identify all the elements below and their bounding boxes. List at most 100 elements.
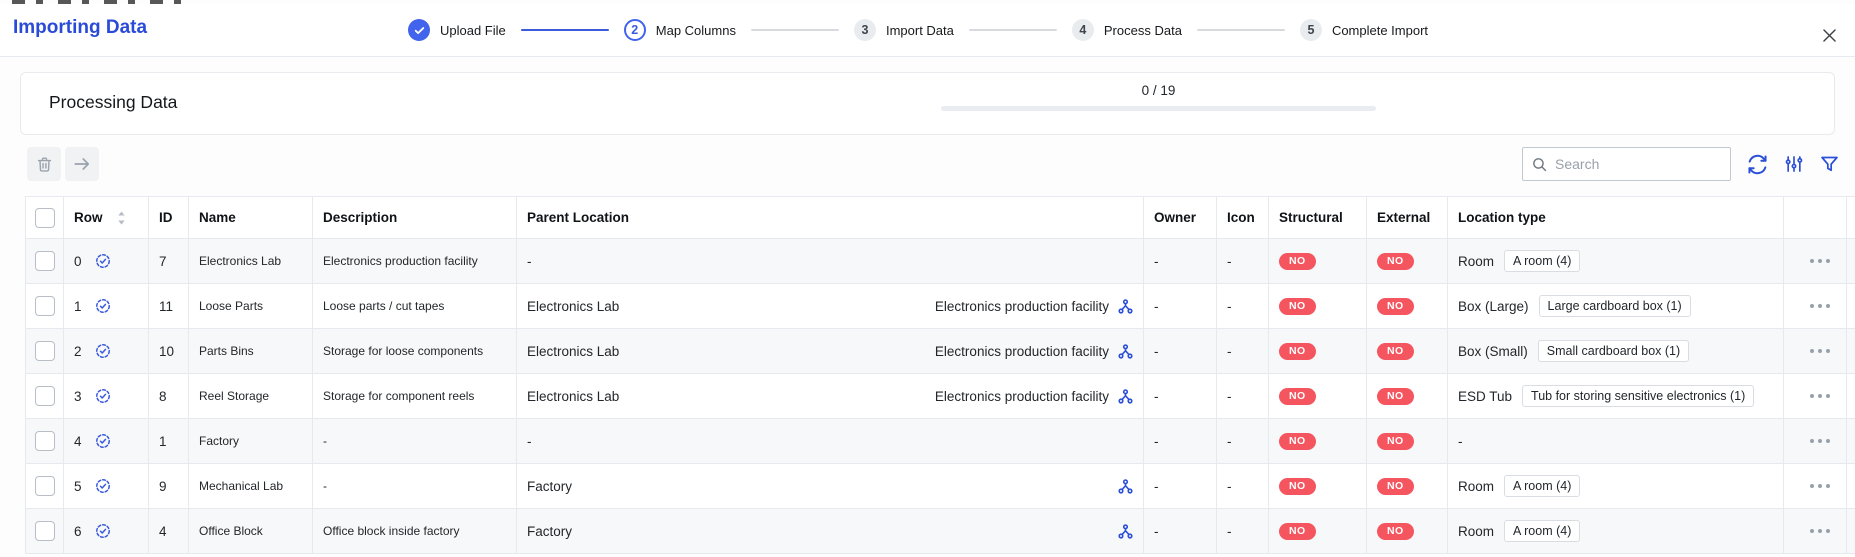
cell-location-type: Room A room (4) (1458, 250, 1783, 272)
column-header-icon: Icon (1216, 196, 1269, 239)
cell-name: Parts Bins (188, 328, 313, 374)
row-number: 5 (74, 478, 82, 494)
row-checkbox[interactable] (34, 386, 55, 406)
progress-indicator: 0 / 19 (941, 83, 1376, 111)
cell-id: 11 (148, 283, 189, 329)
hierarchy-icon[interactable] (1118, 343, 1133, 359)
cell-owner: - (1143, 463, 1217, 509)
refresh-button[interactable] (1746, 153, 1769, 176)
location-type-value: ESD Tub (1458, 388, 1513, 404)
column-header-parent-location: Parent Location (516, 196, 1144, 239)
step-connector (968, 29, 1057, 31)
cell-icon: - (1216, 238, 1269, 284)
progress-bar (941, 106, 1376, 111)
table-row: 2 10 Parts Bins Storage for loose compon… (25, 328, 1855, 374)
step-connector (520, 29, 609, 31)
spacer-cell (1846, 418, 1855, 464)
cell-description: Loose parts / cut tapes (312, 283, 517, 329)
row-status-pending-check-icon (95, 434, 110, 448)
row-actions-menu[interactable] (1794, 330, 1846, 373)
cell-parent-location: Electronics Lab Electronics production f… (527, 344, 1143, 359)
row-status-pending-check-icon (95, 389, 110, 403)
hierarchy-icon[interactable] (1118, 388, 1133, 404)
table-row: 1 11 Loose Parts Loose parts / cut tapes… (25, 283, 1855, 329)
cell-location-type: Room A room (4) (1458, 520, 1783, 542)
wizard-stepper: Upload File 2 Map Columns 3 Import Data … (408, 4, 1428, 56)
cell-description: - (312, 418, 517, 464)
column-header-owner: Owner (1143, 196, 1217, 239)
step-label: Process Data (1103, 22, 1182, 38)
select-all-checkbox[interactable] (34, 207, 55, 228)
row-actions-menu[interactable] (1794, 375, 1846, 418)
parent-location-value: Electronics Lab (527, 298, 620, 314)
cell-parent-location: Electronics Lab Electronics production f… (527, 389, 1143, 404)
column-header-description: Description (312, 196, 517, 239)
step-number-badge: 4 (1071, 19, 1094, 41)
row-checkbox[interactable] (34, 341, 55, 361)
refresh-icon (1748, 154, 1767, 174)
hierarchy-icon[interactable] (1118, 298, 1133, 314)
spacer-cell (1846, 463, 1855, 509)
cell-owner: - (1143, 328, 1217, 374)
row-checkbox[interactable] (34, 521, 55, 541)
row-status-pending-check-icon (95, 524, 110, 538)
cell-parent-location: - (527, 434, 1143, 449)
row-actions-menu[interactable] (1794, 510, 1846, 553)
row-number: 0 (74, 253, 82, 269)
cell-icon: - (1216, 418, 1269, 464)
row-actions-menu[interactable] (1794, 420, 1846, 463)
cell-parent-location: Electronics Lab Electronics production f… (527, 299, 1143, 314)
row-checkbox[interactable] (34, 476, 55, 496)
spacer-cell (1846, 283, 1855, 329)
hierarchy-icon[interactable] (1118, 523, 1133, 539)
parent-location-value: Factory (527, 523, 573, 539)
row-status-pending-check-icon (95, 479, 110, 493)
structural-no-badge: NO (1279, 478, 1316, 495)
location-type-chip: Small cardboard box (1) (1537, 340, 1690, 362)
external-no-badge: NO (1377, 298, 1414, 315)
cell-location-type: ESD Tub Tub for storing sensitive electr… (1458, 385, 1783, 407)
cell-icon: - (1216, 508, 1269, 554)
table-tools (1522, 147, 1840, 181)
row-checkbox[interactable] (34, 296, 55, 316)
cell-name: Mechanical Lab (188, 463, 313, 509)
search-box (1522, 147, 1731, 181)
table-row: 5 9 Mechanical Lab - Factory - - NO NO R… (25, 463, 1855, 509)
location-type-chip: Tub for storing sensitive electronics (1… (1522, 385, 1755, 407)
table-row: 0 7 Electronics Lab Electronics producti… (25, 238, 1855, 284)
cell-owner: - (1143, 508, 1217, 554)
delete-button[interactable] (27, 147, 61, 181)
structural-no-badge: NO (1279, 523, 1316, 540)
row-actions-menu[interactable] (1794, 240, 1846, 283)
cell-owner: - (1143, 283, 1217, 329)
cell-location-type: - (1458, 434, 1783, 449)
row-checkbox[interactable] (34, 251, 55, 271)
close-icon[interactable] (1818, 24, 1840, 46)
sliders-icon (1785, 156, 1803, 172)
cell-parent-location: Factory (527, 524, 1143, 539)
move-forward-button[interactable] (65, 147, 99, 181)
parent-location-value: - (527, 433, 532, 449)
page-title: Importing Data (13, 17, 148, 38)
table-body: 0 7 Electronics Lab Electronics producti… (25, 238, 1855, 554)
sort-icon[interactable] (117, 210, 126, 225)
cell-name: Reel Storage (188, 373, 313, 419)
filter-button[interactable] (1819, 154, 1840, 175)
search-input[interactable] (1555, 156, 1722, 172)
step-complete-import: 5 Complete Import (1299, 19, 1428, 41)
step-done-check-icon (408, 19, 430, 41)
row-status-pending-check-icon (95, 254, 110, 268)
external-no-badge: NO (1377, 388, 1414, 405)
parent-location-match: Electronics production facility (934, 388, 1109, 404)
column-settings-button[interactable] (1784, 154, 1804, 174)
cell-name: Loose Parts (188, 283, 313, 329)
row-actions-menu[interactable] (1794, 465, 1846, 508)
location-type-value: Room (1458, 523, 1495, 539)
row-checkbox[interactable] (34, 431, 55, 451)
row-actions-menu[interactable] (1794, 285, 1846, 328)
column-header-external: External (1366, 196, 1448, 239)
step-upload-file: Upload File (408, 19, 506, 41)
processing-card: Processing Data 0 / 19 (20, 72, 1835, 135)
parent-location-match: Electronics production facility (934, 298, 1109, 314)
hierarchy-icon[interactable] (1118, 478, 1133, 494)
